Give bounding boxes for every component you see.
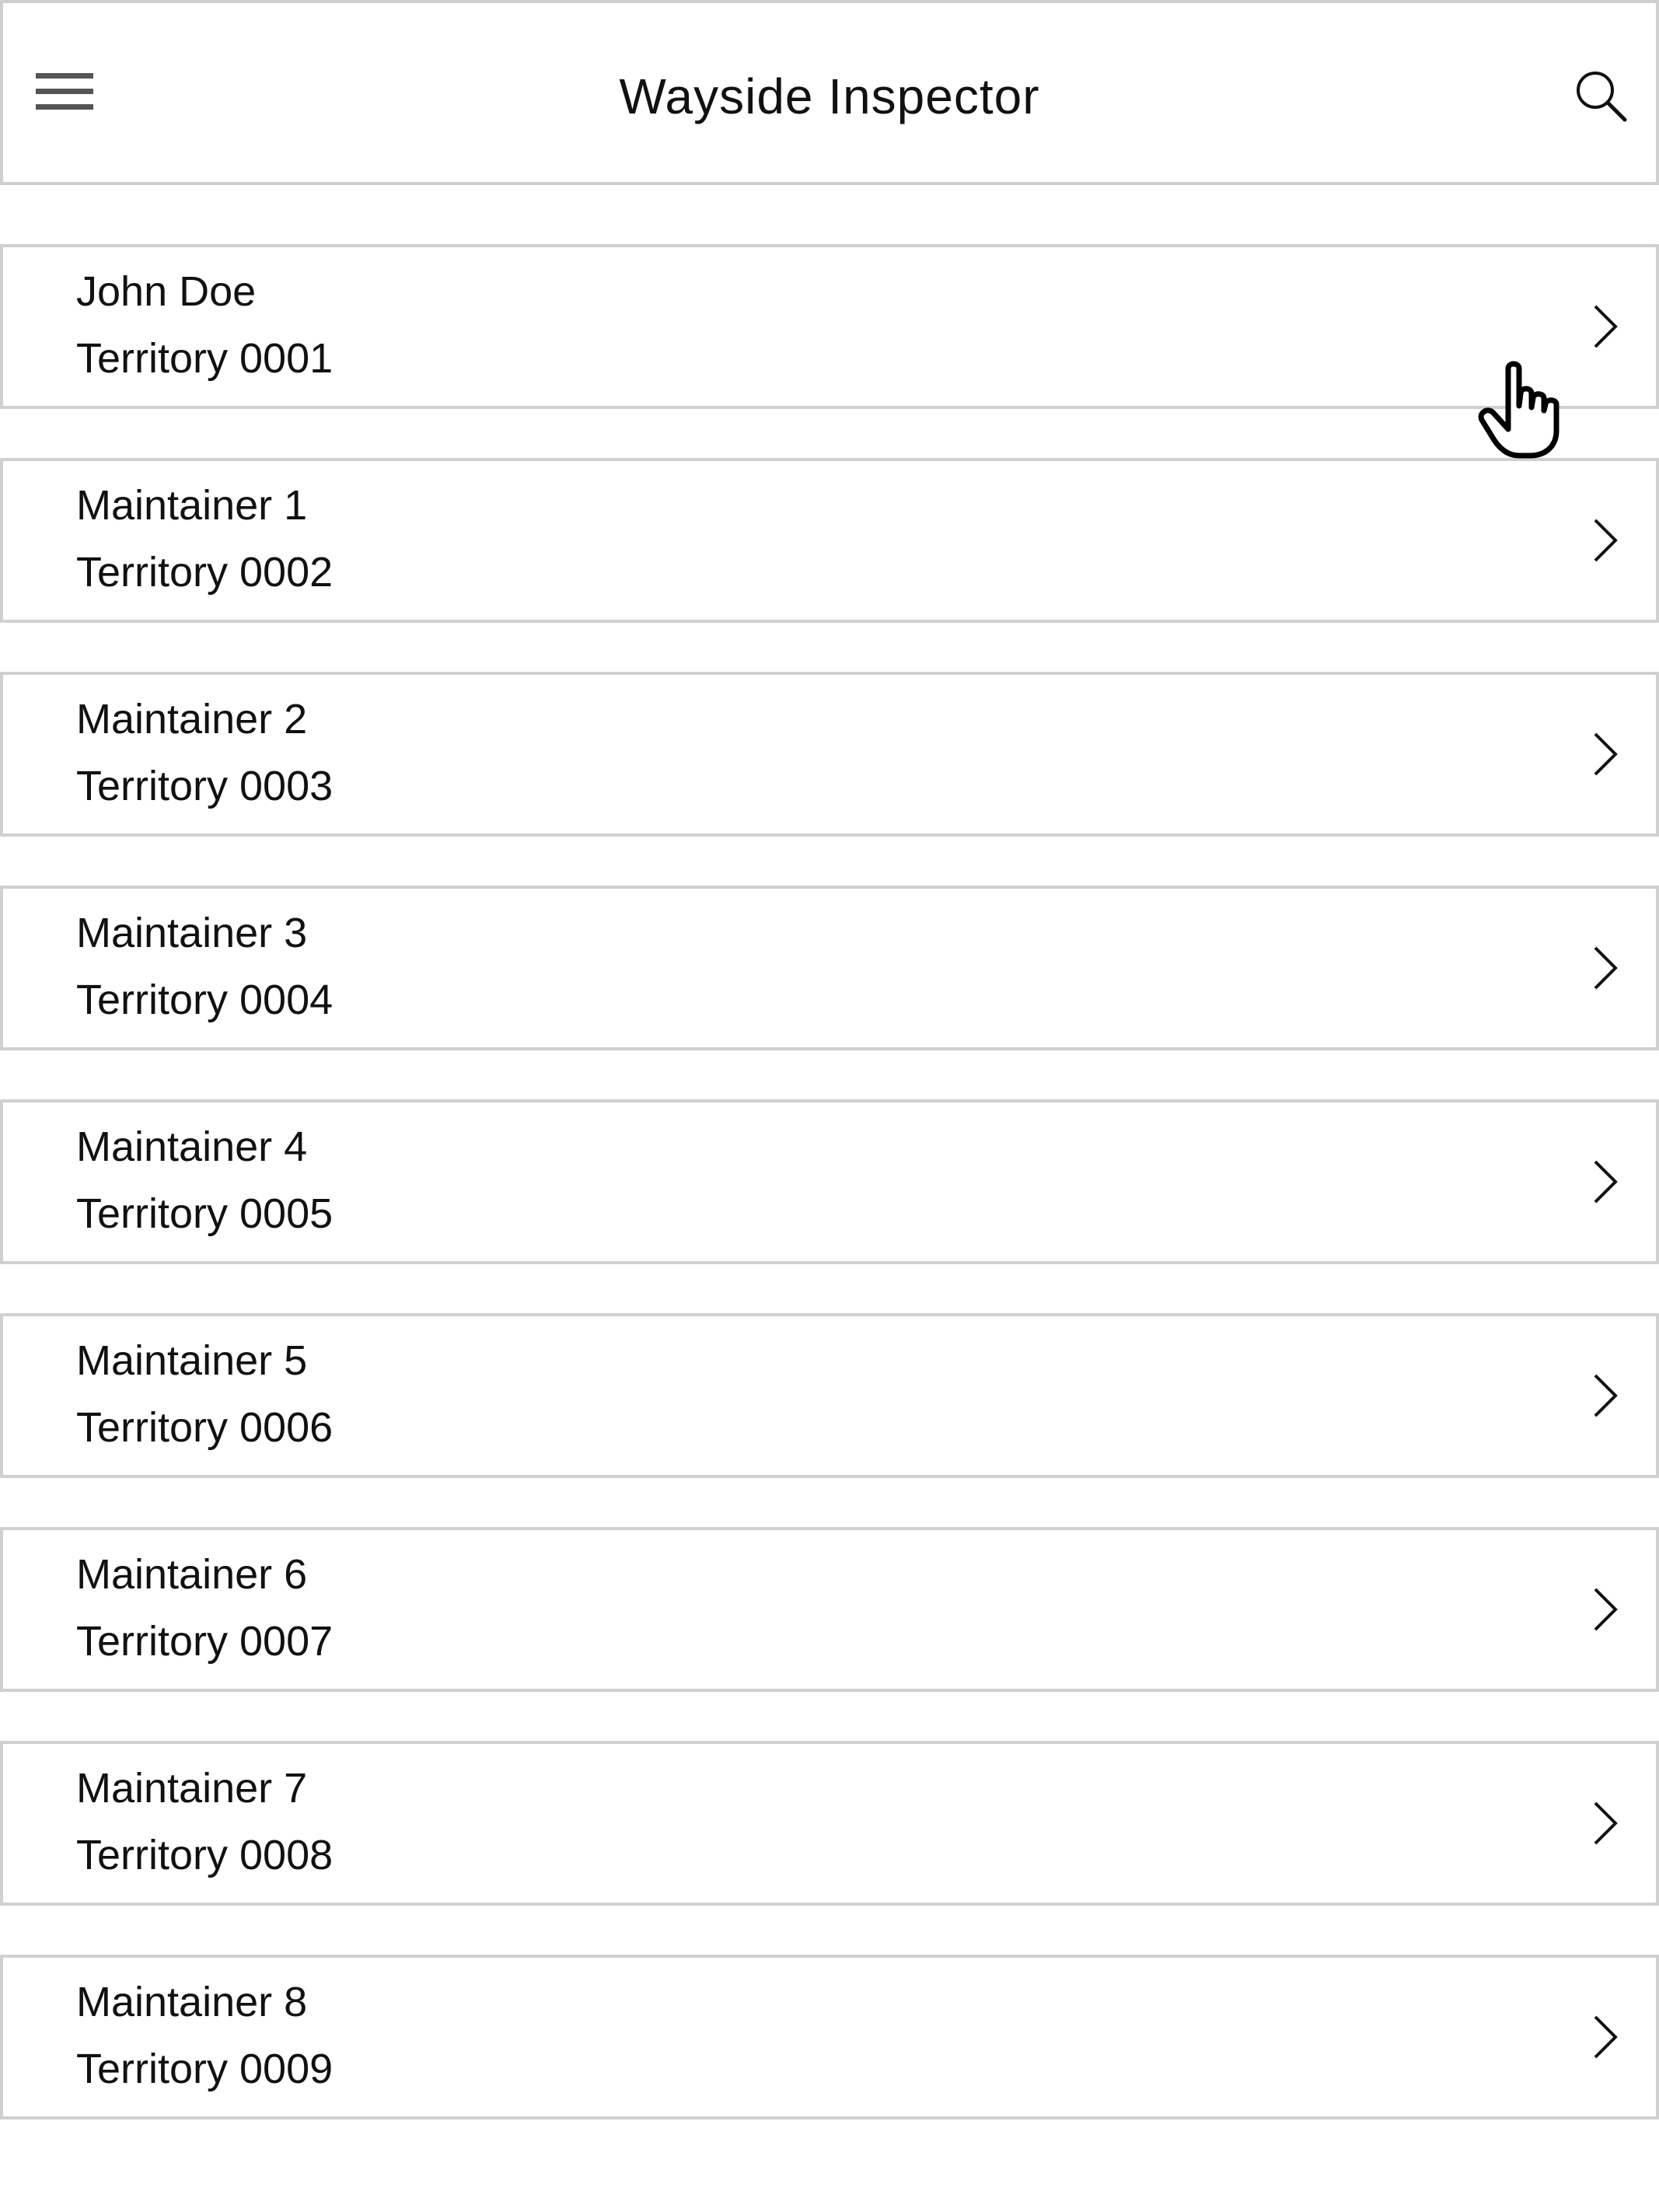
list-item-maintainer[interactable]: Maintainer 7 Territory 0008 [0,1741,1659,1906]
chevron-right-icon [1589,2012,1620,2062]
chevron-right-icon [1589,943,1620,993]
territory-label: Territory 0006 [76,1404,334,1451]
chevron-right-icon [1589,1798,1620,1848]
maintainer-name: Maintainer 3 [76,910,308,956]
list-item-maintainer[interactable]: Maintainer 3 Territory 0004 [0,886,1659,1050]
list-item-maintainer[interactable]: Maintainer 5 Territory 0006 [0,1313,1659,1478]
list-item-maintainer[interactable]: Maintainer 8 Territory 0009 [0,1955,1659,2119]
territory-label: Territory 0002 [76,549,334,596]
chevron-right-icon [1589,729,1620,779]
territory-label: Territory 0008 [76,1832,334,1878]
maintainer-name: John Doe [76,268,257,315]
maintainer-name: Maintainer 5 [76,1337,308,1384]
list-item-maintainer[interactable]: Maintainer 1 Territory 0002 [0,458,1659,623]
territory-label: Territory 0001 [76,335,334,382]
list-item-maintainer[interactable]: Maintainer 6 Territory 0007 [0,1527,1659,1692]
territory-label: Territory 0003 [76,763,334,809]
maintainer-name: Maintainer 2 [76,696,308,743]
territory-label: Territory 0004 [76,977,334,1023]
chevron-right-icon [1589,1157,1620,1207]
maintainer-name: Maintainer 1 [76,482,308,529]
maintainer-name: Maintainer 8 [76,1979,308,2025]
list-item-maintainer[interactable]: John Doe Territory 0001 [0,244,1659,409]
list-item-maintainer[interactable]: Maintainer 2 Territory 0003 [0,672,1659,837]
territory-label: Territory 0007 [76,1618,334,1665]
territory-label: Territory 0009 [76,2046,334,2092]
list-item-maintainer[interactable]: Maintainer 4 Territory 0005 [0,1099,1659,1264]
maintainer-name: Maintainer 4 [76,1123,308,1170]
maintainer-list: John Doe Territory 0001 Maintainer 1 Ter… [0,0,1659,2212]
maintainer-name: Maintainer 7 [76,1765,308,1812]
maintainer-name: Maintainer 6 [76,1551,308,1598]
chevron-right-icon [1589,515,1620,565]
territory-label: Territory 0005 [76,1190,334,1237]
chevron-right-icon [1589,1585,1620,1634]
chevron-right-icon [1589,1371,1620,1421]
chevron-right-icon [1589,302,1620,351]
